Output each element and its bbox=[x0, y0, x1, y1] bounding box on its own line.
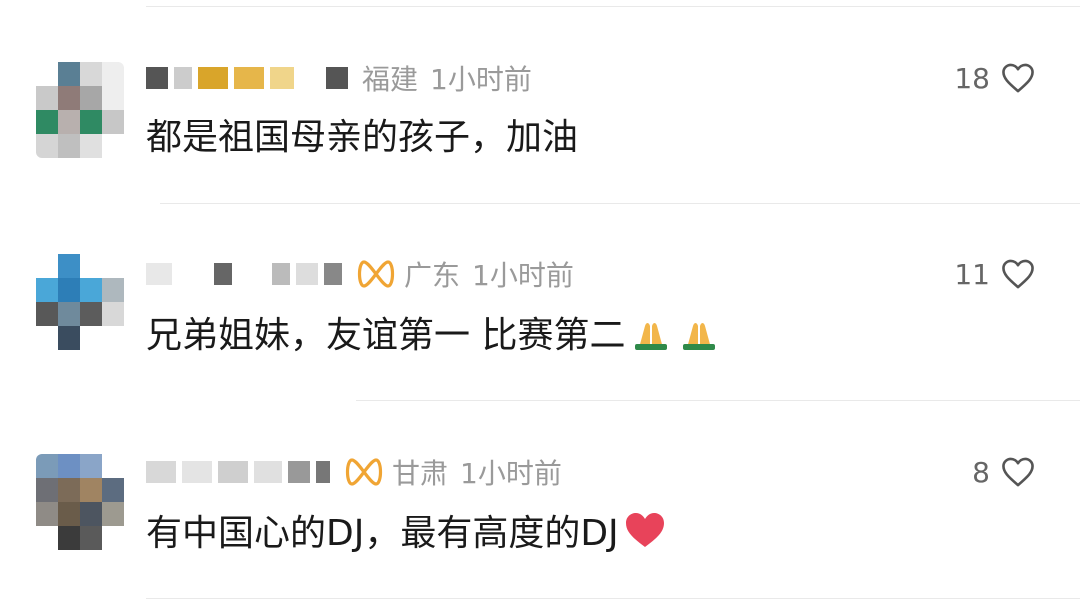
bottom-divider bbox=[146, 598, 1080, 599]
avatar-pixel bbox=[80, 478, 102, 502]
like-control[interactable]: 8 bbox=[972, 452, 1036, 492]
like-count: 8 bbox=[972, 455, 990, 489]
avatar-pixel bbox=[36, 134, 58, 158]
comment-header: 甘肃 1小时前 bbox=[146, 452, 562, 492]
avatar-pixel bbox=[80, 326, 102, 350]
comment-text-content: 有中国心的DJ，最有高度的DJ bbox=[146, 513, 619, 554]
comment-item: 广东 1小时前 兄弟姐妹，友谊第一 比赛第二 11 bbox=[0, 196, 1080, 391]
infinity-badge-icon bbox=[345, 458, 383, 486]
avatar-pixel bbox=[102, 134, 124, 158]
avatar-pixel bbox=[80, 526, 102, 550]
heart-outline-icon[interactable] bbox=[1000, 62, 1036, 94]
red-heart-emoji-icon bbox=[625, 513, 664, 547]
avatar-pixel bbox=[80, 278, 102, 302]
avatar-pixel bbox=[102, 526, 124, 550]
avatar-pixel bbox=[102, 326, 124, 350]
avatar-pixel bbox=[80, 502, 102, 526]
username-blurred[interactable] bbox=[146, 454, 336, 490]
avatar-pixel bbox=[36, 278, 58, 302]
avatar-pixel bbox=[36, 302, 58, 326]
folded-hands-emoji-icon bbox=[683, 323, 716, 350]
location-label: 甘肃 bbox=[392, 457, 449, 490]
avatar-pixel bbox=[36, 502, 58, 526]
avatar[interactable] bbox=[36, 454, 124, 550]
comment-text-content: 都是祖国母亲的孩子，加油 bbox=[146, 117, 579, 158]
avatar-pixel bbox=[102, 254, 124, 278]
avatar-pixel bbox=[80, 134, 102, 158]
comment-item: 福建 1小时前 都是祖国母亲的孩子，加油 18 bbox=[0, 0, 1080, 195]
comment-header: 福建 1小时前 bbox=[146, 58, 532, 98]
comment-header: 广东 1小时前 bbox=[146, 254, 574, 294]
avatar-pixel bbox=[80, 62, 102, 86]
infinity-badge-icon bbox=[357, 260, 395, 288]
avatar-pixel bbox=[102, 278, 124, 302]
time-label: 1小时前 bbox=[460, 457, 562, 490]
like-count: 11 bbox=[954, 257, 990, 291]
avatar-pixel bbox=[102, 454, 124, 478]
avatar-pixel bbox=[36, 254, 58, 278]
avatar-pixel bbox=[58, 454, 80, 478]
avatar-pixel bbox=[102, 302, 124, 326]
comment-meta: 甘肃 1小时前 bbox=[392, 452, 562, 492]
avatar-pixel bbox=[80, 110, 102, 134]
avatar-pixel bbox=[80, 86, 102, 110]
avatar-pixel bbox=[36, 86, 58, 110]
time-label: 1小时前 bbox=[472, 259, 574, 292]
avatar-pixel bbox=[102, 110, 124, 134]
comment-meta: 福建 1小时前 bbox=[362, 58, 532, 98]
folded-hands-emoji-icon bbox=[635, 323, 668, 350]
avatar-pixel bbox=[58, 110, 80, 134]
avatar-pixel bbox=[36, 478, 58, 502]
avatar-pixel bbox=[58, 278, 80, 302]
like-control[interactable]: 11 bbox=[954, 254, 1036, 294]
comment-item: 甘肃 1小时前 有中国心的DJ，最有高度的DJ 8 bbox=[0, 396, 1080, 591]
like-count: 18 bbox=[954, 61, 990, 95]
avatar-pixel bbox=[58, 62, 80, 86]
avatar-pixel bbox=[36, 110, 58, 134]
comment-text: 兄弟姐妹，友谊第一 比赛第二 bbox=[146, 308, 721, 356]
avatar-pixel bbox=[80, 254, 102, 278]
comment-text-content: 兄弟姐妹，友谊第一 比赛第二 bbox=[146, 315, 626, 356]
time-label: 1小时前 bbox=[430, 63, 532, 96]
location-label: 广东 bbox=[404, 259, 461, 292]
username-blurred[interactable] bbox=[146, 256, 348, 292]
like-control[interactable]: 18 bbox=[954, 58, 1036, 98]
avatar-pixel bbox=[102, 478, 124, 502]
avatar-pixel bbox=[58, 302, 80, 326]
avatar-pixel bbox=[58, 134, 80, 158]
avatar-pixel bbox=[80, 302, 102, 326]
avatar-pixel bbox=[36, 62, 58, 86]
avatar-pixel bbox=[58, 526, 80, 550]
comment-text: 有中国心的DJ，最有高度的DJ bbox=[146, 506, 667, 554]
avatar-pixel bbox=[102, 86, 124, 110]
avatar-pixel bbox=[58, 86, 80, 110]
comment-text: 都是祖国母亲的孩子，加油 bbox=[146, 110, 578, 158]
avatar-pixel bbox=[102, 502, 124, 526]
avatar[interactable] bbox=[36, 62, 124, 158]
avatar-pixel bbox=[58, 478, 80, 502]
avatar-pixel bbox=[36, 526, 58, 550]
location-label: 福建 bbox=[362, 63, 419, 96]
heart-outline-icon[interactable] bbox=[1000, 456, 1036, 488]
avatar-pixel bbox=[58, 326, 80, 350]
avatar-pixel bbox=[58, 254, 80, 278]
avatar-pixel bbox=[36, 326, 58, 350]
avatar-pixel bbox=[58, 502, 80, 526]
heart-outline-icon[interactable] bbox=[1000, 258, 1036, 290]
username-blurred[interactable] bbox=[146, 60, 354, 96]
comment-meta: 广东 1小时前 bbox=[404, 254, 574, 294]
avatar-pixel bbox=[36, 454, 58, 478]
avatar-pixel bbox=[80, 454, 102, 478]
avatar-pixel bbox=[102, 62, 124, 86]
avatar[interactable] bbox=[36, 254, 124, 350]
